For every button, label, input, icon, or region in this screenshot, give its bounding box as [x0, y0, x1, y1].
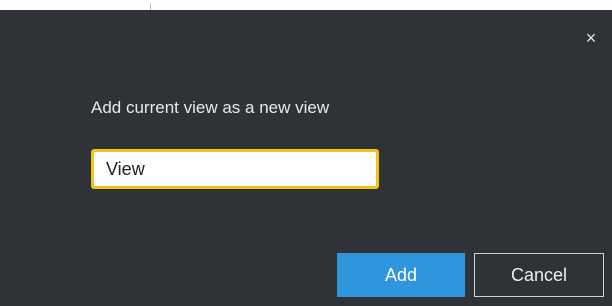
add-view-dialog: × Add current view as a new view Add Can…: [0, 10, 612, 306]
cancel-button[interactable]: Cancel: [474, 253, 604, 297]
add-button[interactable]: Add: [337, 253, 465, 297]
view-name-input[interactable]: [91, 149, 379, 189]
close-icon[interactable]: ×: [582, 29, 600, 47]
dialog-prompt: Add current view as a new view: [91, 98, 330, 117]
top-strip-divider: [150, 3, 151, 10]
window-top-strip: [0, 0, 612, 10]
